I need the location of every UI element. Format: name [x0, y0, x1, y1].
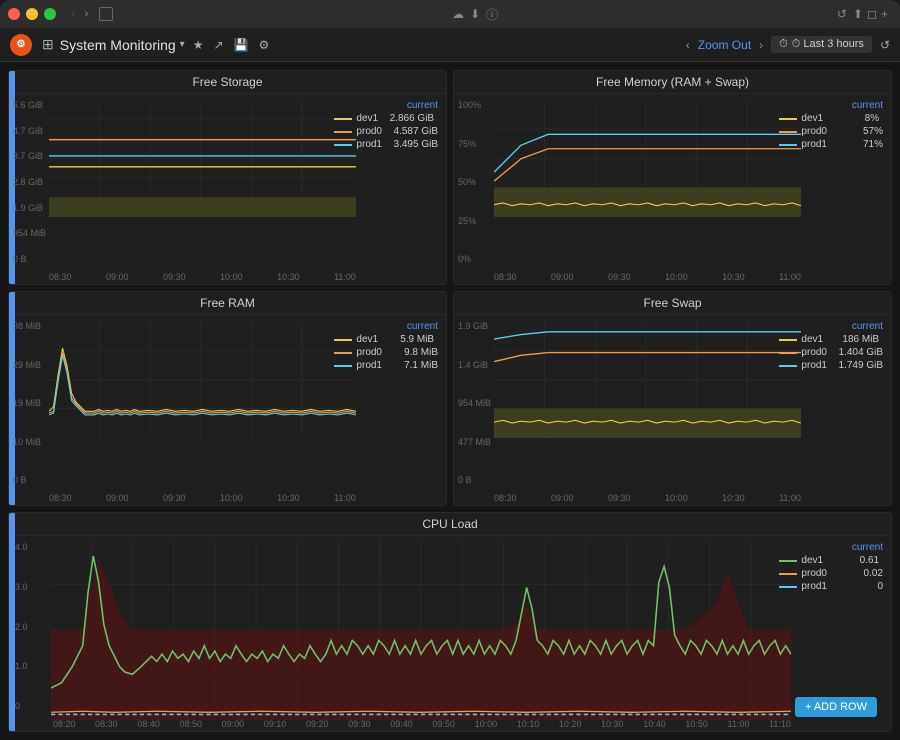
free-storage-x-axis: 08:30 09:00 09:30 10:00 10:30 11:00 [49, 272, 356, 282]
share-icon[interactable]: ⬆ [853, 7, 863, 21]
free-memory-title: Free Memory (RAM + Swap) [454, 71, 891, 94]
minimize-button[interactable] [26, 8, 38, 20]
legend-item: dev1 2.866 GiB [334, 113, 438, 124]
save-icon[interactable]: 💾 [234, 38, 249, 52]
window-controls [8, 8, 56, 20]
legend-item: dev1 0.61 [779, 555, 883, 566]
star-icon[interactable]: ★ [193, 38, 204, 52]
legend-item: prod1 3.495 GiB [334, 139, 438, 150]
cpu-load-panel: CPU Load 4.0 3.0 2.0 1.0 0 [8, 512, 892, 732]
free-memory-chart [494, 100, 801, 217]
free-ram-x-axis: 08:30 09:00 09:30 10:00 10:30 11:00 [49, 493, 356, 503]
dashboard-title: System Monitoring [60, 37, 176, 53]
legend-item: dev1 186 MiB [779, 334, 883, 345]
free-ram-body: 38 MiB 29 MiB 19 MiB 10 MiB 0 B [9, 315, 446, 505]
free-swap-legend: current dev1 186 MiB prod0 1.404 GiB pro… [779, 321, 883, 373]
title-bar: ‹ › ☁ ⬇ ⓘ ↺ ⬆ ◻ + [0, 0, 900, 28]
free-swap-body: 1.9 GiB 1.4 GiB 954 MiB 477 MiB 0 B [454, 315, 891, 505]
free-swap-chart [494, 321, 801, 438]
free-storage-y-axis: 5.6 GiB 4.7 GiB 3.7 GiB 2.8 GiB 1.9 GiB … [13, 100, 46, 264]
free-ram-panel: Free RAM 38 MiB 29 MiB 19 MiB 10 MiB 0 B [8, 291, 447, 506]
zoom-out-left[interactable]: ‹ [686, 38, 690, 52]
refresh-title-icon[interactable]: ↺ [837, 7, 847, 21]
grid-icon: ⊞ [42, 36, 54, 53]
free-memory-legend: current dev1 8% prod0 57% prod1 71 [779, 100, 883, 152]
tab-bar: ⚙ ⊞ System Monitoring ▾ ★ ↗ 💾 ⚙ ‹ Zoom O… [0, 28, 900, 62]
row-1: Free Storage 5.6 GiB 4.7 GiB 3.7 GiB 2.8… [8, 70, 892, 285]
address-bar: ☁ ⬇ ⓘ [113, 6, 837, 23]
back-button[interactable]: ‹ [68, 8, 78, 20]
free-ram-title: Free RAM [9, 292, 446, 315]
time-range-label: ⏱ Last 3 hours [792, 38, 864, 51]
legend-item: prod1 1.749 GiB [779, 360, 883, 371]
free-storage-title: Free Storage [9, 71, 446, 94]
free-storage-body: 5.6 GiB 4.7 GiB 3.7 GiB 2.8 GiB 1.9 GiB … [9, 94, 446, 284]
refresh-icon[interactable]: ↺ [880, 38, 890, 52]
free-swap-panel: Free Swap 1.9 GiB 1.4 GiB 954 MiB 477 Mi… [453, 291, 892, 506]
dashboard-dropdown[interactable]: ▾ [180, 39, 185, 50]
legend-item: prod0 4.587 GiB [334, 126, 438, 137]
cpu-load-chart [51, 540, 791, 720]
free-storage-legend: current dev1 2.866 GiB prod0 4.587 GiB p… [334, 100, 438, 152]
free-swap-x-axis: 08:30 09:00 09:30 10:00 10:30 11:00 [494, 493, 801, 503]
legend-item: prod0 57% [779, 126, 883, 137]
legend-item: prod0 0.02 [779, 568, 883, 579]
bookmark-icon[interactable]: ◻ [867, 7, 877, 21]
free-memory-x-axis: 08:30 09:00 09:30 10:00 10:30 11:00 [494, 272, 801, 282]
free-memory-body: 100% 75% 50% 25% 0% [454, 94, 891, 284]
legend-item: dev1 5.9 MiB [334, 334, 438, 345]
cpu-load-x-axis: 08:20 08:30 08:40 08:50 09:00 09:10 09:2… [53, 719, 791, 729]
legend-item: prod1 0 [779, 581, 883, 592]
row-2: Free RAM 38 MiB 29 MiB 19 MiB 10 MiB 0 B [8, 291, 892, 506]
free-swap-y-axis: 1.9 GiB 1.4 GiB 954 MiB 477 MiB 0 B [458, 321, 491, 485]
tab-right-controls: ‹ Zoom Out › ⏱ ⏱ Last 3 hours ↺ [686, 36, 890, 53]
cpu-load-legend: current dev1 0.61 prod0 0.02 prod1 0 [779, 542, 883, 594]
close-button[interactable] [8, 8, 20, 20]
zoom-out-label[interactable]: Zoom Out [698, 38, 751, 52]
cpu-load-body: 4.0 3.0 2.0 1.0 0 [9, 536, 891, 731]
legend-item: prod0 9.8 MiB [334, 347, 438, 358]
cpu-load-title: CPU Load [9, 513, 891, 536]
maximize-button[interactable] [44, 8, 56, 20]
forward-button[interactable]: › [82, 8, 92, 20]
cloud-icon: ☁ [452, 7, 464, 21]
settings-icon[interactable]: ⚙ [258, 38, 269, 52]
free-memory-panel: Free Memory (RAM + Swap) 100% 75% 50% 25… [453, 70, 892, 285]
free-storage-panel: Free Storage 5.6 GiB 4.7 GiB 3.7 GiB 2.8… [8, 70, 447, 285]
new-tab-icon[interactable]: + [881, 7, 888, 21]
zoom-out-right[interactable]: › [759, 38, 763, 52]
tab-actions: ★ ↗ 💾 ⚙ [193, 38, 270, 52]
free-storage-chart [49, 100, 356, 217]
free-ram-y-axis: 38 MiB 29 MiB 19 MiB 10 MiB 0 B [13, 321, 41, 485]
clock-icon: ⏱ [779, 38, 788, 51]
tab-square [99, 7, 113, 21]
free-ram-legend: current dev1 5.9 MiB prod0 9.8 MiB prod1 [334, 321, 438, 373]
download-icon: ⬇ [470, 7, 480, 21]
nav-arrows: ‹ › [68, 8, 91, 20]
add-row-button[interactable]: + ADD ROW [795, 697, 877, 717]
legend-item: dev1 8% [779, 113, 883, 124]
legend-item: prod1 71% [779, 139, 883, 150]
info-icon: ⓘ [486, 6, 498, 23]
free-memory-y-axis: 100% 75% 50% 25% 0% [458, 100, 481, 264]
share-dashboard-icon[interactable]: ↗ [213, 38, 223, 52]
legend-item: prod0 1.404 GiB [779, 347, 883, 358]
time-range[interactable]: ⏱ ⏱ Last 3 hours [771, 36, 872, 53]
legend-item: prod1 7.1 MiB [334, 360, 438, 371]
free-ram-chart [49, 321, 356, 438]
cpu-load-y-axis: 4.0 3.0 2.0 1.0 0 [15, 542, 28, 711]
free-swap-title: Free Swap [454, 292, 891, 315]
dashboard: Free Storage 5.6 GiB 4.7 GiB 3.7 GiB 2.8… [0, 62, 900, 740]
grafana-logo: ⚙ [10, 34, 32, 56]
